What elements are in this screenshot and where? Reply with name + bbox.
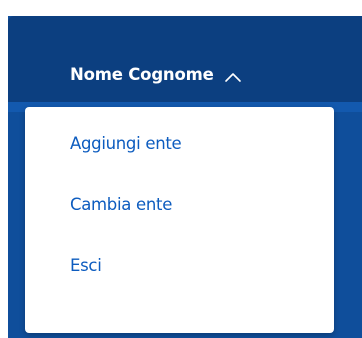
user-name: Nome Cognome (70, 64, 214, 84)
menu-item-cambia-ente[interactable]: Cambia ente (70, 193, 172, 217)
header-bar: Nome Cognome (8, 16, 362, 102)
menu-item-aggiungi-ente[interactable]: Aggiungi ente (70, 132, 182, 156)
user-menu-toggle[interactable]: Nome Cognome (70, 60, 242, 88)
chevron-up-icon (224, 68, 242, 82)
menu-item-esci[interactable]: Esci (70, 254, 102, 278)
user-dropdown-menu: Aggiungi ente Cambia ente Esci (25, 107, 334, 333)
